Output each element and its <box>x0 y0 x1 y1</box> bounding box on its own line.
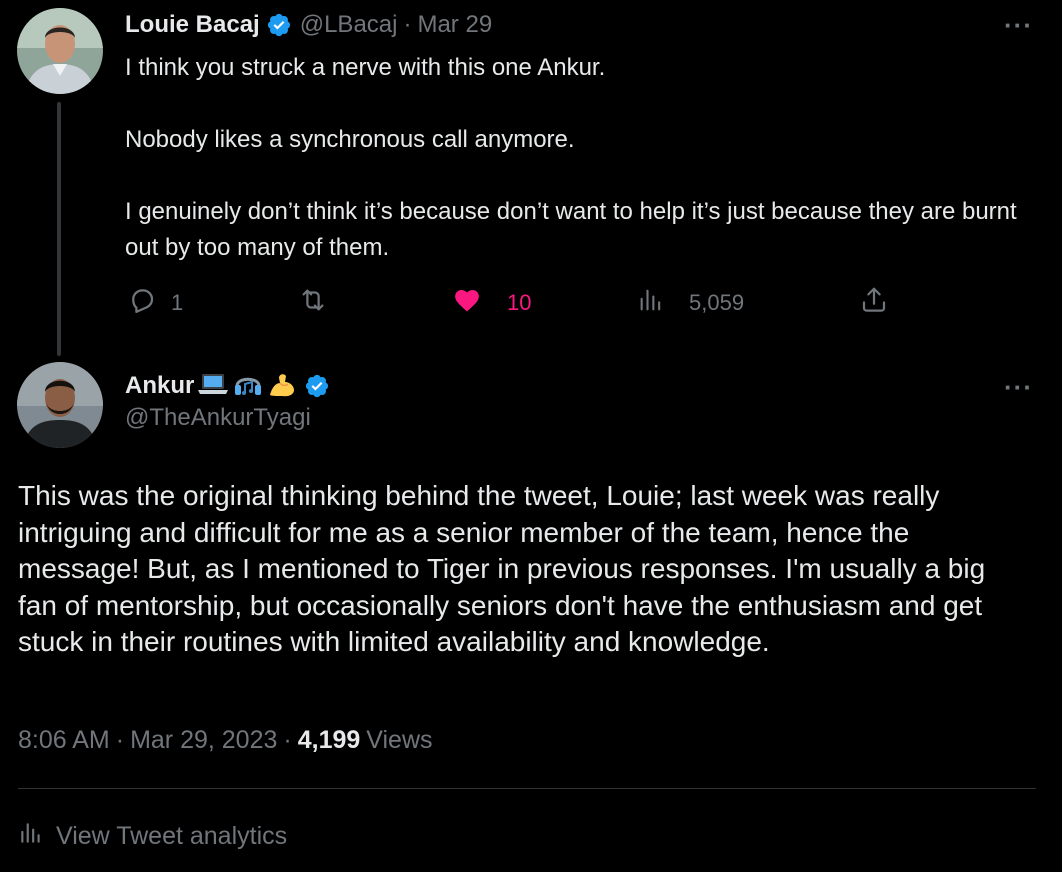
headphones-emoji-icon <box>232 369 266 404</box>
separator-dot: · <box>115 725 125 754</box>
ankur-avatar[interactable] <box>17 362 103 448</box>
separator-dot: · <box>283 725 292 754</box>
views-count: 4,199 <box>297 725 361 754</box>
parent-paragraph: Nobody likes a synchronous call anymore. <box>125 126 575 153</box>
name-emojis <box>196 369 300 404</box>
main-author-handle[interactable]: @TheAnkurTyagi <box>125 404 311 432</box>
share-button[interactable] <box>859 284 889 322</box>
parent-paragraph: I genuinely don’t think it’s because don… <box>125 198 1017 261</box>
parent-paragraph: I think you struck a nerve with this one… <box>125 54 606 81</box>
heart-filled-icon <box>451 285 483 321</box>
parent-tweet-header: Louie Bacaj @LBacaj · Mar 29 <box>125 8 492 42</box>
thread-connector-line <box>57 102 61 356</box>
views-label: Views <box>366 725 433 754</box>
views-count: 5,059 <box>689 290 745 315</box>
separator-dot: · <box>403 11 412 38</box>
parent-author-handle[interactable]: @LBacaj <box>300 11 398 39</box>
flexed-biceps-emoji-icon <box>266 369 300 404</box>
analytics-bars-icon <box>637 285 665 321</box>
verified-badge-icon <box>304 373 330 399</box>
parent-tweet-actions: 1 10 5,059 <box>125 284 905 322</box>
main-author-name[interactable]: Ankur <box>125 372 194 400</box>
laptop-emoji-icon <box>196 369 232 404</box>
parent-tweet-date[interactable]: Mar 29 <box>417 11 492 39</box>
retweet-button[interactable] <box>297 284 343 322</box>
divider <box>18 788 1036 789</box>
share-icon <box>859 285 889 321</box>
parent-tweet-text: I think you struck a nerve with this one… <box>125 50 1025 266</box>
reply-count: 1 <box>171 290 184 315</box>
analytics-bars-icon <box>18 820 56 853</box>
louie-avatar[interactable] <box>17 8 103 94</box>
like-button[interactable]: 10 <box>451 284 531 322</box>
analytics-label: View Tweet analytics <box>56 821 288 850</box>
more-options-icon[interactable]: ··· <box>1004 12 1033 38</box>
views-button[interactable]: 5,059 <box>637 284 744 322</box>
parent-author-name[interactable]: Louie Bacaj <box>125 11 260 39</box>
tweet-metadata: 8:06 AM · Mar 29, 2023 · 4,199 Views <box>18 722 433 758</box>
view-tweet-analytics-link[interactable]: View Tweet analytics <box>18 818 287 854</box>
main-tweet-text: This was the original thinking behind th… <box>18 480 986 657</box>
like-count: 10 <box>507 290 532 315</box>
verified-badge-icon <box>266 12 292 38</box>
more-options-icon[interactable]: ··· <box>1004 374 1033 400</box>
retweet-icon <box>297 285 329 321</box>
reply-button[interactable]: 1 <box>127 284 183 322</box>
tweet-time[interactable]: 8:06 AM <box>18 726 110 755</box>
reply-icon <box>127 285 157 321</box>
tweet-date[interactable]: Mar 29, 2023 <box>130 726 277 755</box>
main-tweet-header: Ankur <box>125 368 330 404</box>
